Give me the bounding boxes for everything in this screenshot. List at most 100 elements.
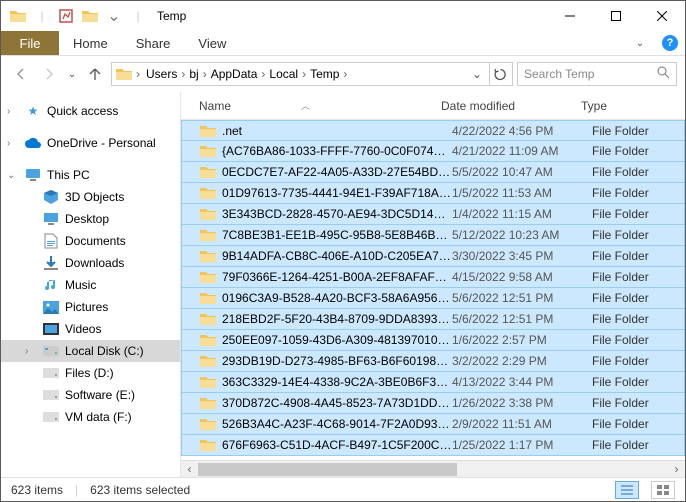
file-date: 4/22/2022 4:56 PM bbox=[452, 124, 592, 138]
file-row[interactable]: 3E343BCD-2828-4570-AE94-3DC5D14859791/4/… bbox=[181, 204, 685, 225]
file-date: 4/15/2022 9:58 AM bbox=[452, 270, 592, 284]
folder-icon bbox=[200, 332, 216, 348]
file-row[interactable]: 79F0366E-1264-4251-B00A-2EF8AFAFC7E04/15… bbox=[181, 267, 685, 288]
folder-icon-small[interactable] bbox=[79, 5, 101, 27]
breadcrumb-segment[interactable]: Local bbox=[267, 67, 300, 81]
file-type: File Folder bbox=[592, 396, 649, 410]
file-type: File Folder bbox=[592, 291, 649, 305]
file-type: File Folder bbox=[592, 375, 649, 389]
scroll-thumb[interactable] bbox=[198, 463, 457, 476]
ribbon-expand-icon[interactable]: ⌄ bbox=[625, 31, 655, 55]
vid-icon bbox=[43, 321, 59, 337]
qat-dropdown-icon[interactable]: ⌄ bbox=[103, 5, 125, 27]
column-name[interactable]: Name︿ bbox=[199, 99, 441, 113]
file-date: 1/5/2022 11:53 AM bbox=[452, 186, 592, 200]
star-icon: ★ bbox=[25, 103, 41, 119]
file-row[interactable]: {AC76BA86-1033-FFFF-7760-0C0F074E41...4/… bbox=[181, 141, 685, 162]
breadcrumb-sep[interactable]: › bbox=[201, 67, 209, 81]
nav-quick-access[interactable]: › ★ Quick access bbox=[1, 100, 180, 122]
scroll-right-icon[interactable]: › bbox=[668, 461, 685, 478]
drive-icon bbox=[43, 365, 59, 381]
file-row[interactable]: 526B3A4C-A23F-4C68-9014-7F2A0D9338212/9/… bbox=[181, 414, 685, 435]
file-date: 5/6/2022 12:51 PM bbox=[452, 312, 592, 326]
column-type[interactable]: Type bbox=[581, 99, 685, 113]
breadcrumb-segment[interactable]: AppData bbox=[209, 67, 260, 81]
folder-icon bbox=[200, 374, 216, 390]
refresh-button[interactable] bbox=[489, 62, 513, 86]
file-type: File Folder bbox=[592, 312, 649, 326]
recent-dropdown-icon[interactable]: ⌄ bbox=[65, 62, 79, 86]
scroll-left-icon[interactable]: ‹ bbox=[181, 461, 198, 478]
file-type: File Folder bbox=[592, 186, 649, 200]
nav-item-label: Music bbox=[65, 278, 96, 292]
up-button[interactable] bbox=[83, 62, 107, 86]
collapse-icon[interactable]: ⌄ bbox=[7, 170, 19, 181]
file-date: 2/9/2022 11:51 AM bbox=[452, 417, 592, 431]
file-row[interactable]: 293DB19D-D273-4985-BF63-B6F601985B523/2/… bbox=[181, 351, 685, 372]
nav-onedrive[interactable]: › OneDrive - Personal bbox=[1, 132, 180, 154]
file-date: 1/25/2022 1:17 PM bbox=[452, 438, 592, 452]
nav-item[interactable]: Music bbox=[1, 274, 180, 296]
cloud-icon bbox=[25, 135, 41, 151]
expand-icon[interactable]: › bbox=[7, 106, 19, 117]
maximize-button[interactable] bbox=[593, 1, 639, 31]
cube-icon bbox=[43, 189, 59, 205]
tab-view[interactable]: View bbox=[184, 31, 240, 55]
close-button[interactable] bbox=[639, 1, 685, 31]
file-row[interactable]: 9B14ADFA-CB8C-406E-A10D-C205EA717...3/30… bbox=[181, 246, 685, 267]
file-row[interactable]: 218EBD2F-5F20-43B4-8709-9DDA839385E05/6/… bbox=[181, 309, 685, 330]
file-row[interactable]: 370D872C-4908-4A45-8523-7A73D1DDCB...1/2… bbox=[181, 393, 685, 414]
column-headers: Name︿ Date modified Type bbox=[181, 92, 685, 120]
file-row[interactable]: 0196C3A9-B528-4A20-BCF3-58A6A956D4...5/6… bbox=[181, 288, 685, 309]
breadcrumb-sep[interactable]: › bbox=[134, 67, 142, 81]
nav-item[interactable]: 3D Objects bbox=[1, 186, 180, 208]
file-row[interactable]: 250EE097-1059-43D6-A309-4813970108!D1/6/… bbox=[181, 330, 685, 351]
breadcrumb-segment[interactable]: Users bbox=[144, 67, 179, 81]
folder-icon bbox=[200, 290, 216, 306]
help-icon[interactable]: ? bbox=[655, 31, 685, 55]
nav-item[interactable]: Software (E:) bbox=[1, 384, 180, 406]
breadcrumb-sep[interactable]: › bbox=[300, 67, 308, 81]
address-dropdown-icon[interactable]: ⌄ bbox=[469, 67, 485, 81]
thumbnails-view-button[interactable] bbox=[651, 481, 675, 499]
nav-item[interactable]: ›Local Disk (C:) bbox=[1, 340, 180, 362]
file-row[interactable]: .net4/22/2022 4:56 PMFile Folder bbox=[181, 120, 685, 141]
back-button[interactable] bbox=[9, 62, 33, 86]
forward-button[interactable] bbox=[37, 62, 61, 86]
file-row[interactable]: 363C3329-14E4-4338-9C2A-3BE0B6F314A34/13… bbox=[181, 372, 685, 393]
breadcrumb-segment[interactable]: Temp bbox=[308, 67, 341, 81]
tab-home[interactable]: Home bbox=[59, 31, 122, 55]
file-row[interactable]: 7C8BE3B1-EE1B-495C-95B8-5E8B46B8BE155/12… bbox=[181, 225, 685, 246]
nav-item[interactable]: Downloads bbox=[1, 252, 180, 274]
nav-item[interactable]: Pictures bbox=[1, 296, 180, 318]
horizontal-scrollbar[interactable]: ‹ › bbox=[181, 460, 685, 477]
window-title: Temp bbox=[149, 9, 547, 23]
folder-icon bbox=[200, 353, 216, 369]
file-type: File Folder bbox=[592, 144, 649, 158]
file-row[interactable]: 01D97613-7735-4441-94E1-F39AF718AF331/5/… bbox=[181, 183, 685, 204]
details-view-button[interactable] bbox=[615, 481, 639, 499]
column-date[interactable]: Date modified bbox=[441, 99, 581, 113]
file-tab[interactable]: File bbox=[1, 31, 59, 55]
minimize-button[interactable] bbox=[547, 1, 593, 31]
nav-item[interactable]: Files (D:) bbox=[1, 362, 180, 384]
nav-item[interactable]: Videos bbox=[1, 318, 180, 340]
search-input[interactable]: Search Temp bbox=[517, 62, 677, 86]
expand-icon[interactable]: › bbox=[7, 138, 19, 149]
file-name: 79F0366E-1264-4251-B00A-2EF8AFAFC7E0 bbox=[222, 270, 452, 284]
titlebar: | ⌄ | Temp bbox=[1, 1, 685, 31]
file-date: 4/21/2022 11:09 AM bbox=[452, 144, 592, 158]
breadcrumb-segment[interactable]: bj bbox=[187, 67, 200, 81]
file-name: 250EE097-1059-43D6-A309-4813970108!D bbox=[222, 333, 452, 347]
file-row[interactable]: 0ECDC7E7-AF22-4A05-A33D-27E54BDD6...5/5/… bbox=[181, 162, 685, 183]
address-box[interactable]: › Users›bj›AppData›Local›Temp› ⌄ bbox=[111, 62, 490, 86]
properties-icon[interactable] bbox=[55, 5, 77, 27]
nav-this-pc[interactable]: ⌄ This PC bbox=[1, 164, 180, 186]
breadcrumb-sep[interactable]: › bbox=[341, 67, 349, 81]
nav-item[interactable]: VM data (F:) bbox=[1, 406, 180, 428]
expand-icon[interactable]: › bbox=[25, 346, 37, 357]
file-row[interactable]: 676F6963-C51D-4ACF-B497-1C5F200C3FF91/25… bbox=[181, 435, 685, 456]
tab-share[interactable]: Share bbox=[122, 31, 185, 55]
nav-item[interactable]: Desktop bbox=[1, 208, 180, 230]
nav-item[interactable]: Documents bbox=[1, 230, 180, 252]
